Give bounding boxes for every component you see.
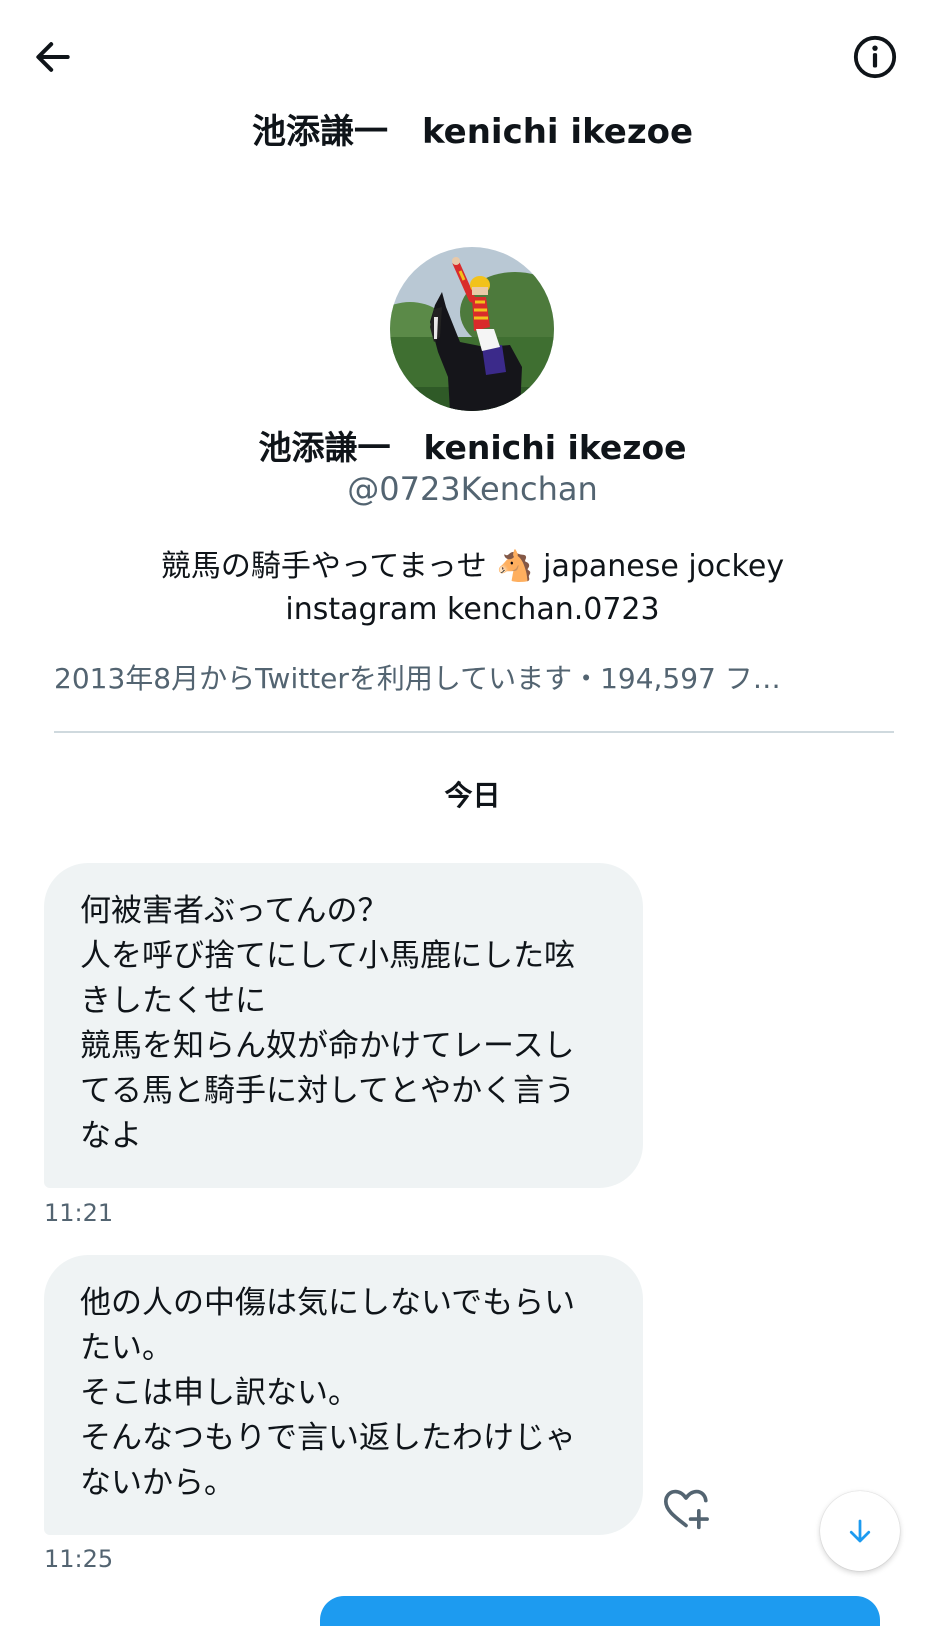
message-line: てる馬と騎手に対してとやかく言う (80, 1073, 576, 1109)
bio-line: 競馬の騎手やってまっせ 🐴 japanese jockey (160, 549, 785, 584)
bio-line: instagram kenchan.0723 (285, 592, 660, 627)
message-line: 人を呼び捨てにして小馬鹿にした呟 (80, 938, 576, 974)
arrow-down-icon (849, 1519, 871, 1543)
message-line: 競馬を知らん奴が命かけてレースし (80, 1028, 575, 1064)
divider (54, 731, 894, 733)
date-separator: 今日 (444, 779, 501, 812)
heart-plus-icon (663, 1489, 709, 1530)
conversation-title: 池添謙一 kenichi ikezoe (251, 112, 694, 152)
avatar[interactable] (390, 247, 554, 411)
message-line: きしたくせに (80, 983, 266, 1019)
jockey-on-horse-photo (390, 247, 554, 411)
arrow-left-icon (36, 42, 70, 72)
back-button[interactable] (26, 30, 80, 84)
scroll-to-bottom-button[interactable] (820, 1491, 900, 1571)
profile-handle[interactable]: @0723Kenchan (0, 470, 945, 508)
message-line: 他の人の中傷は気にしないでもらい (80, 1285, 576, 1321)
react-button[interactable] (660, 1485, 712, 1533)
message-line: そこは申し訳ない。 (80, 1375, 359, 1411)
message-bubble[interactable]: 何被害者ぶってんの？ 人を呼び捨てにして小馬鹿にした呟 きしたくせに 競馬を知ら… (44, 863, 643, 1188)
info-button[interactable] (848, 30, 902, 84)
profile-meta: 2013年8月からTwitterを利用しています・194,597 フ… (54, 662, 781, 695)
profile-bio: 競馬の騎手やってまっせ 🐴 japanese jockey instagram … (0, 545, 945, 631)
info-circle-icon (853, 35, 897, 79)
message-timestamp: 11:25 (44, 1545, 114, 1573)
message-bubble[interactable]: 他の人の中傷は気にしないでもらい たい。 そこは申し訳ない。 そんなつもりで言い… (44, 1255, 643, 1535)
message-line: ないから。 (80, 1465, 235, 1501)
outgoing-message-bubble-partial[interactable] (320, 1596, 880, 1626)
message-timestamp: 11:21 (44, 1199, 114, 1227)
message-line: 何被害者ぶってんの？ (80, 893, 389, 929)
message-line: そんなつもりで言い返したわけじゃ (80, 1420, 576, 1456)
profile-name: 池添謙一 kenichi ikezoe (258, 428, 687, 467)
message-line: たい。 (80, 1330, 173, 1366)
message-line: なよ (80, 1118, 142, 1154)
